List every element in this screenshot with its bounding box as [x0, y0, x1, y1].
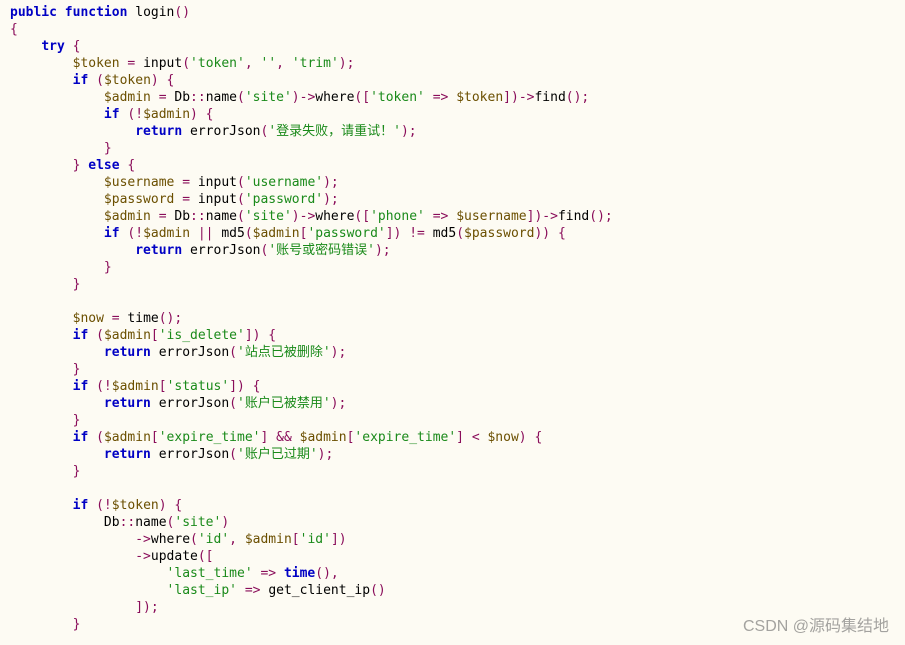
- kw-function: function: [65, 5, 128, 20]
- fn-login: login: [135, 5, 174, 20]
- var-token: $token: [73, 56, 120, 71]
- code-block: public function login() { try { $token =…: [0, 0, 905, 637]
- kw-try: try: [41, 39, 64, 54]
- kw-public: public: [10, 5, 57, 20]
